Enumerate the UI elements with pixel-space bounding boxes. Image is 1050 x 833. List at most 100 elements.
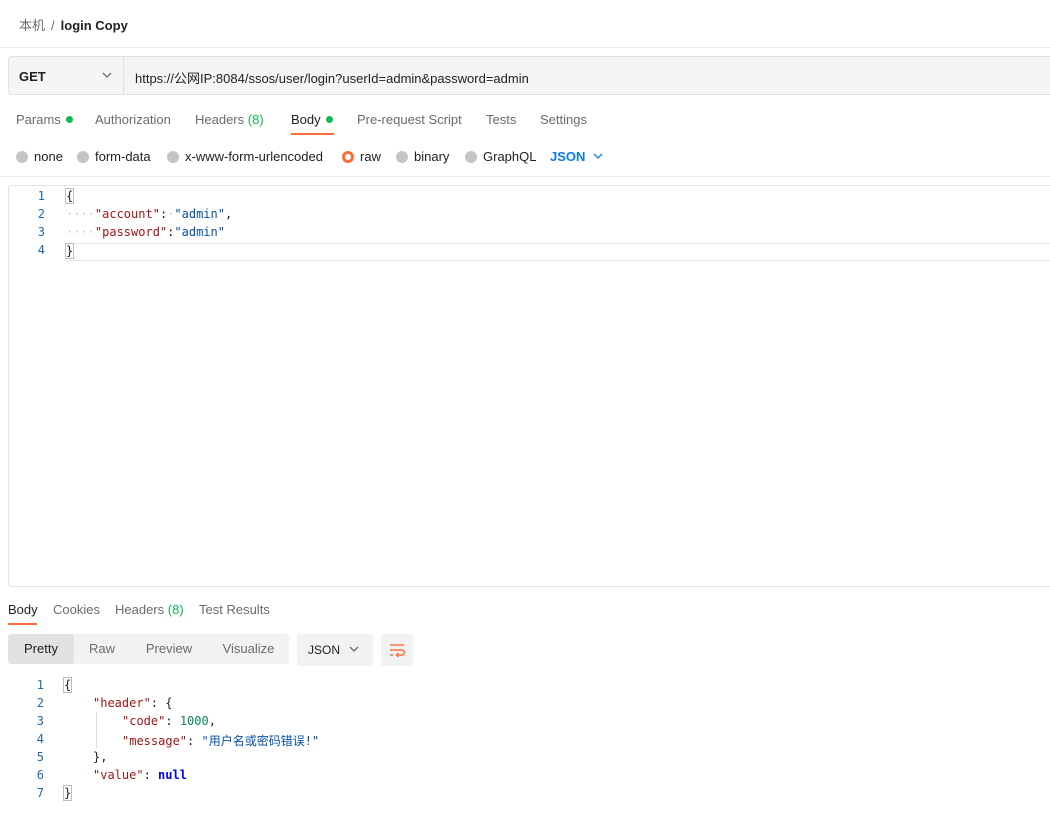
radio-circle	[465, 151, 477, 163]
close-brace: }	[64, 243, 75, 259]
line-number: 1	[36, 678, 44, 692]
radio-label: form-data	[95, 149, 151, 164]
radio-binary[interactable]: binary	[396, 149, 449, 164]
tab-label: Pre-request Script	[357, 112, 462, 127]
response-tab-body[interactable]: Body	[8, 602, 38, 617]
status-dot	[325, 116, 333, 123]
json-brace: },	[93, 750, 108, 764]
radio-label: raw	[360, 149, 381, 164]
json-number: 1000	[179, 714, 209, 728]
code-line: }	[62, 785, 73, 804]
tab-params[interactable]: Params	[16, 112, 73, 127]
chevron-down-icon	[593, 153, 603, 159]
code-line: },	[93, 750, 107, 768]
radio-label: none	[34, 149, 63, 164]
line-number: 4	[37, 243, 45, 257]
tab-body[interactable]: Body	[291, 112, 333, 127]
json-key: "message"	[122, 734, 188, 748]
active-line-highlight	[65, 243, 1050, 261]
chevron-down-icon	[102, 72, 112, 78]
response-tab-cookies[interactable]: Cookies	[53, 602, 100, 617]
response-format-label: JSON	[308, 643, 341, 657]
json-colon: :	[165, 714, 180, 728]
text-cursor	[73, 243, 75, 257]
line-number: 3	[37, 225, 45, 239]
radio-form-data[interactable]: form-data	[77, 149, 151, 164]
wrap-lines-button[interactable]	[381, 634, 413, 666]
wrap-lines-icon	[390, 644, 406, 658]
request-title[interactable]: login Copy	[61, 18, 128, 33]
line-number: 1	[37, 189, 45, 203]
radio-circle	[16, 151, 28, 163]
open-brace: {	[62, 677, 73, 693]
code-line: "message": "用户名或密码错误!"	[122, 732, 319, 750]
breadcrumb: 本机 / login Copy	[19, 15, 128, 34]
code-line: ····"account":·"admin",	[66, 207, 232, 225]
view-preview-button[interactable]: Preview	[130, 634, 208, 664]
radio-raw[interactable]: raw	[342, 149, 381, 164]
json-colon: :	[187, 734, 202, 748]
body-language-select[interactable]: JSON	[550, 149, 603, 164]
line-number: 6	[36, 768, 44, 782]
whitespace-marker: ····	[66, 225, 95, 239]
tab-label: Body	[291, 112, 321, 127]
response-format-select[interactable]: JSON	[297, 634, 373, 666]
code-line: }	[64, 243, 75, 261]
code-line: "code": 1000,	[122, 714, 216, 732]
active-response-tab-indicator	[8, 623, 37, 625]
tab-label: Headers	[195, 112, 245, 127]
json-colon: :	[150, 696, 166, 710]
response-view-toggle: Pretty Raw Preview Visualize	[8, 634, 289, 664]
tab-pre-request-script[interactable]: Pre-request Script	[357, 112, 462, 127]
response-tab-test-results[interactable]: Test Results	[199, 602, 270, 617]
radio-label: x-www-form-urlencoded	[185, 149, 323, 164]
view-pretty-button[interactable]: Pretty	[8, 634, 74, 664]
tab-label: Tests	[486, 112, 517, 127]
tab-authorization[interactable]: Authorization	[95, 112, 171, 127]
radio-graphql[interactable]: GraphQL	[465, 149, 536, 164]
breadcrumb-separator: /	[51, 18, 55, 33]
line-number: 3	[36, 714, 44, 728]
whitespace-marker: ····	[66, 207, 95, 221]
indent-guide	[96, 712, 97, 748]
tab-label: Settings	[540, 112, 587, 127]
method-select[interactable]: GET	[9, 57, 124, 94]
json-comma: ,	[208, 714, 216, 728]
tab-label: Headers	[115, 602, 165, 617]
tab-headers[interactable]: Headers (8)	[195, 112, 264, 127]
json-key: "account"	[94, 207, 160, 221]
tab-label: Params	[16, 112, 61, 127]
header-divider	[0, 47, 1050, 48]
chevron-down-icon	[349, 646, 359, 652]
view-raw-button[interactable]: Raw	[74, 634, 130, 664]
json-comma: ,	[224, 207, 233, 221]
close-brace: }	[62, 785, 73, 801]
tab-count: (8)	[167, 602, 184, 617]
json-key: "header"	[93, 696, 151, 710]
radio-circle	[77, 151, 89, 163]
radio-none[interactable]: none	[16, 149, 63, 164]
radio-circle	[396, 151, 408, 163]
view-visualize-button[interactable]: Visualize	[208, 634, 289, 664]
json-colon: :	[143, 768, 159, 782]
url-bar: GET https://公网IP:8084/ssos/user/login?us…	[8, 56, 1050, 95]
radio-x-www-form-urlencoded[interactable]: x-www-form-urlencoded	[167, 149, 323, 164]
line-number: 5	[36, 750, 44, 764]
json-key: "code"	[122, 714, 166, 728]
json-string: "用户名或密码错误!"	[201, 734, 320, 748]
tab-tests[interactable]: Tests	[486, 112, 516, 127]
radio-circle-selected	[342, 151, 354, 163]
code-line: {	[64, 188, 75, 207]
line-number: 7	[36, 786, 44, 800]
breadcrumb-parent[interactable]: 本机	[19, 18, 45, 33]
line-number: 2	[37, 207, 45, 221]
code-line: {	[62, 677, 73, 696]
url-input[interactable]: https://公网IP:8084/ssos/user/login?userId…	[135, 68, 529, 87]
response-tab-headers[interactable]: Headers (8)	[115, 602, 184, 617]
radio-circle	[167, 151, 179, 163]
request-body-editor[interactable]: 1 2 3 4 { ····"account":·"admin", ····"p…	[8, 185, 1050, 587]
tab-settings[interactable]: Settings	[540, 112, 587, 127]
code-line: ····"password":"admin"	[66, 225, 225, 243]
section-divider	[0, 176, 1050, 177]
json-key: "password"	[94, 225, 168, 239]
